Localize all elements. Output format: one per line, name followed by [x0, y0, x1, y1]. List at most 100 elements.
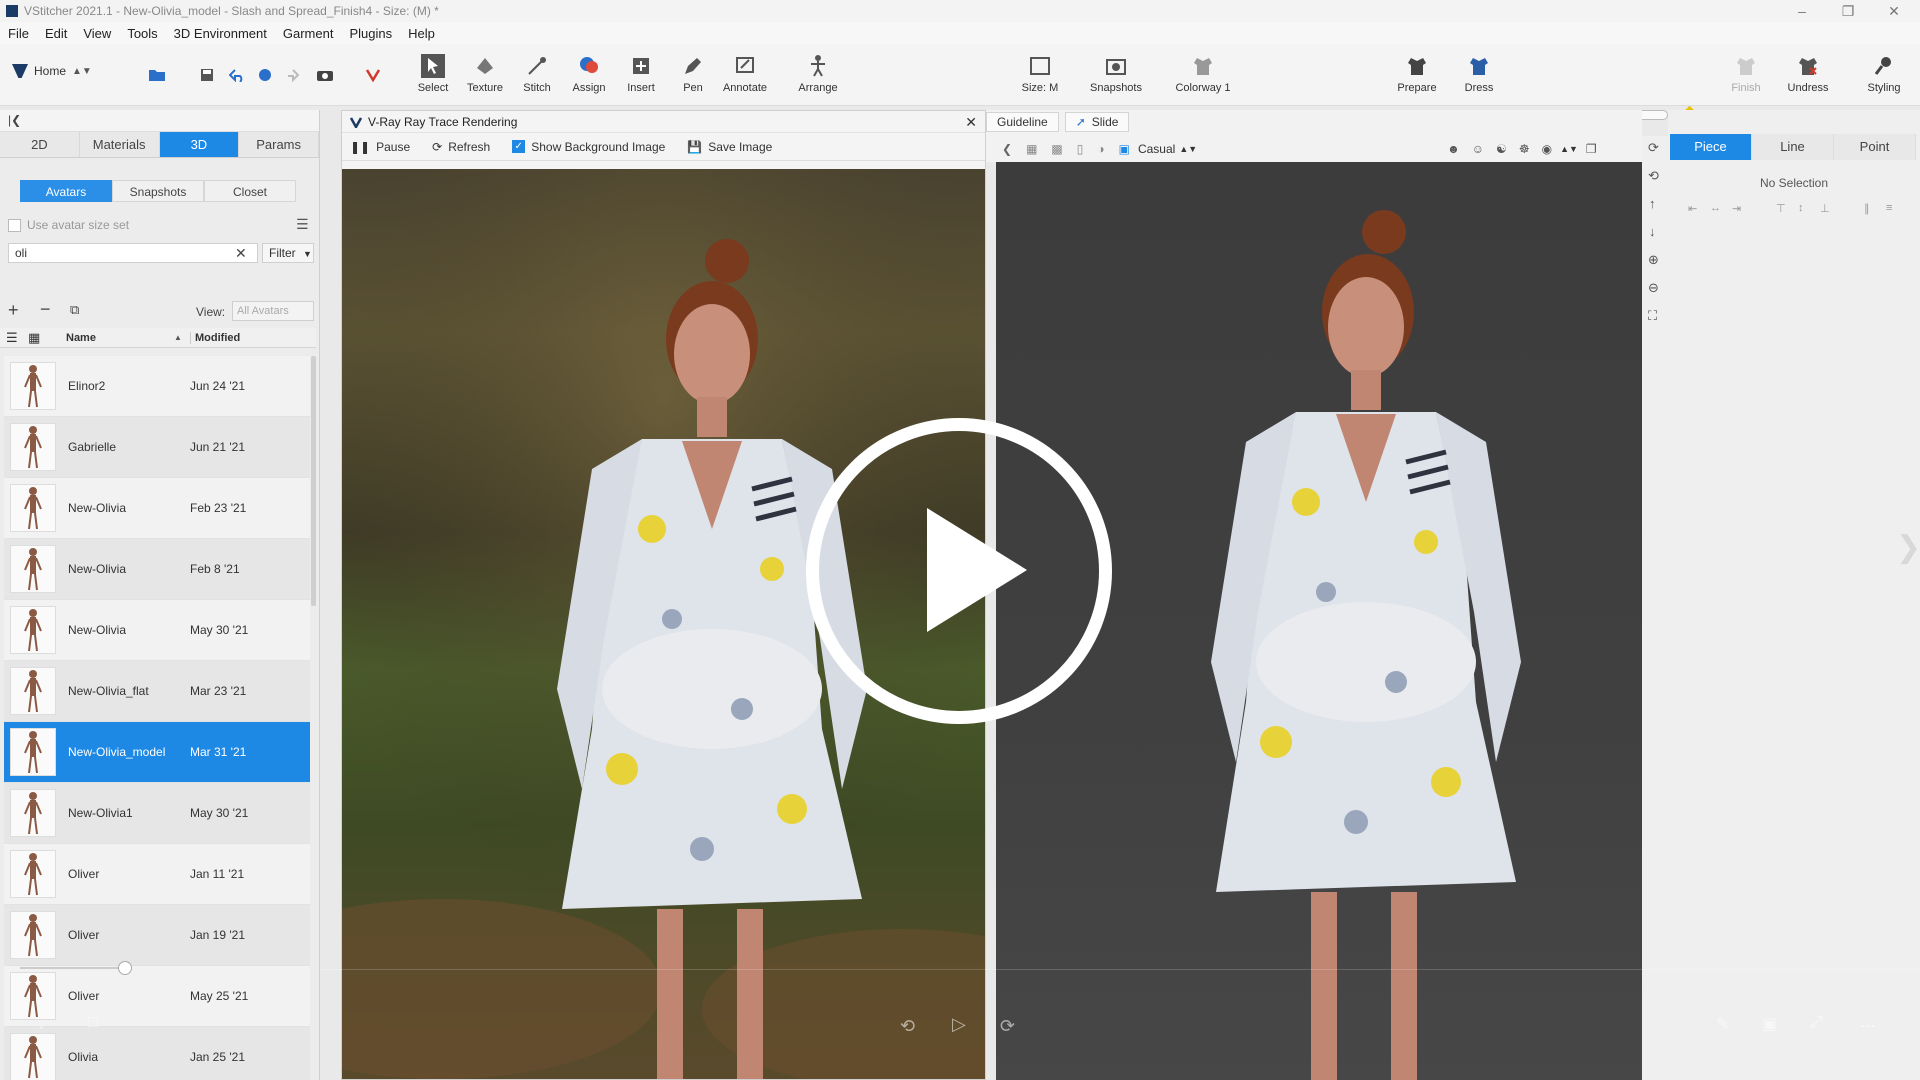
view-select[interactable]: All Avatars [232, 301, 314, 321]
zoom-out-icon[interactable]: ⊖ [1648, 280, 1659, 296]
undo-icon[interactable] [226, 64, 248, 86]
column-modified[interactable]: Modified [190, 332, 240, 344]
avatar-search-input[interactable] [9, 246, 229, 260]
menu-help[interactable]: Help [408, 26, 435, 41]
arrange-tool[interactable]: Arrange [790, 54, 846, 94]
collapse-left-icon[interactable]: ❮ [1002, 142, 1012, 156]
prepare-button[interactable]: Prepare [1389, 54, 1445, 94]
volume-icon[interactable]: ♩ [38, 1016, 54, 1034]
menu-view[interactable]: View [83, 26, 111, 41]
pause-button[interactable]: ❚❚ Pause [350, 140, 410, 154]
use-avatar-size-set-checkbox[interactable] [8, 218, 21, 232]
stitch-tool[interactable]: Stitch [509, 54, 565, 94]
distribute-vertical-icon[interactable]: ≡ [1886, 202, 1892, 214]
avatar-front-icon[interactable]: ☺ [1472, 142, 1484, 156]
finish-button[interactable]: Finish [1718, 54, 1774, 94]
colorway-selector[interactable]: Colorway 1 [1166, 54, 1240, 94]
tab-3d[interactable]: 3D [159, 132, 240, 157]
undress-button[interactable]: Undress [1780, 54, 1836, 94]
subtitles-icon[interactable]: ▣ [1762, 1014, 1777, 1034]
next-slide-icon[interactable]: ❯ [1896, 530, 1920, 565]
avatar-side-icon[interactable]: ☯ [1496, 142, 1507, 156]
open-folder-icon[interactable] [146, 64, 168, 86]
menu-file[interactable]: File [8, 26, 29, 41]
filter-dropdown[interactable]: Filter ▼ [262, 243, 314, 263]
styling-button[interactable]: Styling [1856, 54, 1912, 94]
guideline-button[interactable]: Guideline [986, 112, 1059, 132]
align-right-icon[interactable]: ⇥ [1732, 202, 1741, 215]
annotate-tool[interactable]: Annotate [717, 54, 773, 94]
avatar-back-icon[interactable]: ☸ [1519, 142, 1530, 156]
avatar-row[interactable]: New-Olivia_model Mar 31 '21 [4, 722, 310, 783]
tab-materials[interactable]: Materials [80, 132, 160, 157]
draw-icon[interactable]: ✎ [1716, 1014, 1729, 1034]
move-up-icon[interactable]: ↑ [1649, 196, 1656, 211]
slide-button[interactable]: ➚ Slide [1064, 112, 1130, 132]
history-icon[interactable] [254, 64, 276, 86]
list-options-icon[interactable]: ☰ [296, 216, 309, 233]
clear-search-icon[interactable]: ✕ [235, 245, 247, 262]
avatar-row[interactable]: Oliver Jan 11 '21 [4, 844, 310, 905]
vray-icon[interactable] [362, 64, 384, 86]
remove-avatar-icon[interactable]: − [40, 299, 51, 320]
align-top-icon[interactable]: ⊤ [1776, 202, 1786, 215]
list-view-icon[interactable]: ☰ [6, 330, 18, 346]
avatar-row[interactable]: New-Olivia Feb 23 '21 [4, 478, 310, 539]
undo-view-icon[interactable]: ⟲ [1648, 168, 1659, 184]
use-avatar-size-set-row[interactable]: Use avatar size set [8, 218, 129, 232]
close-window-icon[interactable]: ✕ [1874, 0, 1914, 22]
environment-dropdown[interactable]: Casual [1138, 142, 1175, 156]
avatar-row[interactable]: New-Olivia May 30 '21 [4, 600, 310, 661]
avatar-row[interactable]: Gabrielle Jun 21 '21 [4, 417, 310, 478]
align-middle-icon[interactable]: ↕ [1798, 202, 1804, 214]
add-avatar-icon[interactable]: + [8, 300, 19, 321]
insert-tool[interactable]: Insert [613, 54, 669, 94]
grid-icon[interactable]: ▦ [1026, 142, 1037, 156]
pen-tool[interactable]: Pen [665, 54, 721, 94]
collapse-panel-icon[interactable]: |❮ [8, 113, 21, 127]
zoom-in-icon[interactable]: ⊕ [1648, 252, 1659, 268]
show-background-toggle[interactable]: ✓ Show Background Image [512, 140, 665, 154]
menu-edit[interactable]: Edit [45, 26, 67, 41]
forward-30-icon[interactable]: ⟳ [1000, 1016, 1015, 1037]
save-image-button[interactable]: 💾 Save Image [687, 140, 772, 154]
checkbox-checked-icon[interactable]: ✓ [512, 140, 526, 153]
rotate-view-icon[interactable]: ⟳ [1648, 140, 1659, 156]
select-tool[interactable]: Select [405, 54, 461, 94]
fit-view-icon[interactable]: ⛶ [1648, 308, 1657, 324]
ruler-icon[interactable]: ▯ [1077, 142, 1084, 156]
close-render-icon[interactable]: ✕ [965, 114, 977, 131]
fullscreen-icon[interactable]: ⤢ [1810, 1014, 1823, 1032]
tab-params[interactable]: Params [239, 132, 319, 157]
menu-tools[interactable]: Tools [127, 26, 157, 41]
redo-icon[interactable] [280, 64, 302, 86]
minimize-icon[interactable]: – [1782, 0, 1822, 22]
refresh-button[interactable]: ⟳ Refresh [432, 140, 490, 154]
size-selector[interactable]: Size: M [1012, 54, 1068, 94]
avatar-row[interactable]: New-Olivia_flat Mar 23 '21 [4, 661, 310, 722]
save-icon[interactable] [196, 64, 218, 86]
captions-icon[interactable]: □ [88, 1014, 98, 1032]
subtab-snapshots[interactable]: Snapshots [112, 180, 204, 202]
align-bottom-icon[interactable]: ⊥ [1820, 202, 1830, 215]
avatar-view-icon[interactable]: ☻ [1447, 142, 1460, 156]
distribute-horizontal-icon[interactable]: ∥ [1864, 202, 1870, 215]
lighting-icon[interactable]: ◑ [1097, 142, 1104, 156]
avatar-list-scrollbar[interactable] [311, 356, 316, 606]
snapshots-selector[interactable]: Snapshots [1088, 54, 1144, 94]
move-down-icon[interactable]: ↓ [1649, 224, 1656, 239]
align-center-icon[interactable]: ↔ [1710, 202, 1721, 214]
avatar-row[interactable]: Olivia Jan 25 '21 [4, 1027, 310, 1080]
thumbnail-size-slider[interactable] [20, 967, 128, 969]
camera-view-icon[interactable]: ◉ [1542, 142, 1552, 156]
home-dropdown[interactable]: Home ▲▼ [12, 64, 92, 78]
grid-view-icon[interactable]: ▦ [28, 330, 40, 346]
video-play-small-icon[interactable]: ▷ [952, 1014, 966, 1035]
copy-avatar-icon[interactable]: ⧉ [70, 302, 79, 318]
avatar-row[interactable]: New-Olivia Feb 8 '21 [4, 539, 310, 600]
maximize-viewport-icon[interactable]: ❐ [1586, 142, 1597, 156]
assign-tool[interactable]: Assign [561, 54, 617, 94]
video-timeline[interactable] [320, 969, 1920, 970]
restore-icon[interactable]: ❐ [1828, 0, 1868, 22]
avatar-row[interactable]: Oliver Jan 19 '21 [4, 905, 310, 966]
